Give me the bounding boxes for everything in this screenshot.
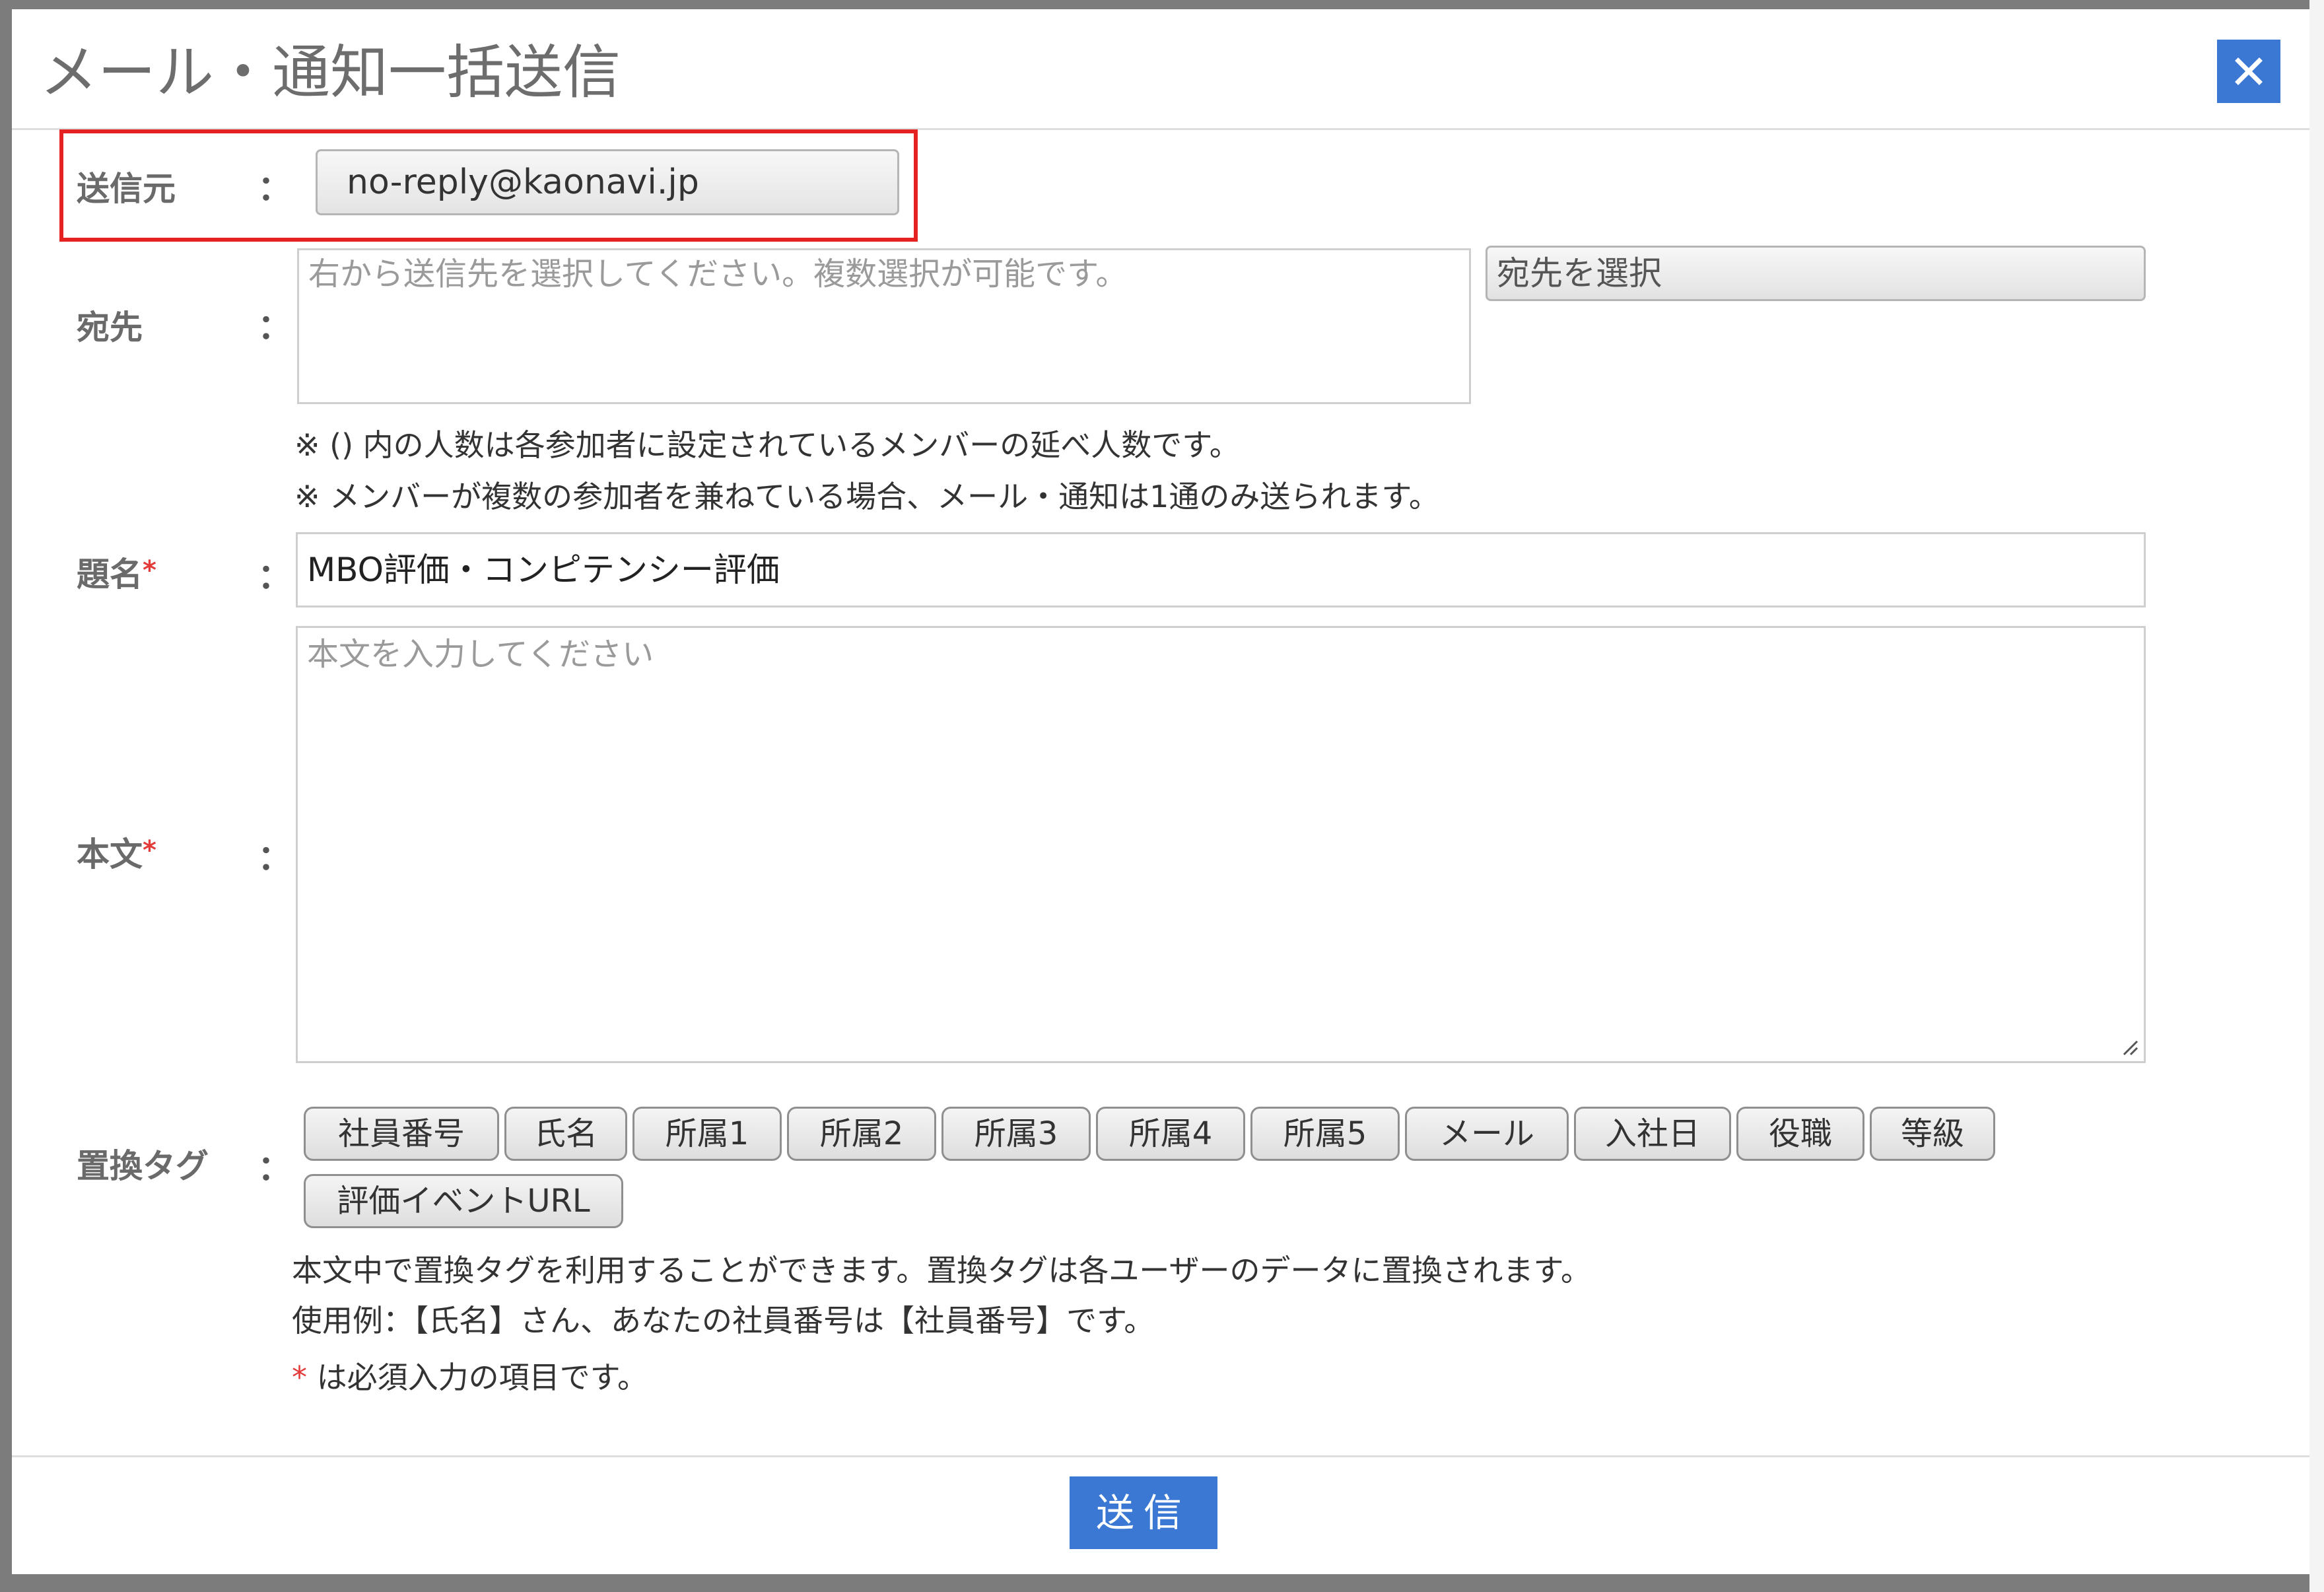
required-note: * は必須入力の項目です。 [292,1358,648,1397]
tag-dept-1[interactable]: 所属1 [632,1107,782,1161]
tags-colon: ： [257,1149,292,1189]
tag-hire-date[interactable]: 入社日 [1574,1107,1731,1161]
tag-dept-2[interactable]: 所属2 [787,1107,936,1161]
recipients-note-1: ※ () 内の人数は各参加者に設定されているメンバーの延べ人数です。 [294,427,1240,463]
recipients-placeholder: 右から送信先を選択してください。複数選択が可能です。 [308,256,1128,293]
required-mark: * [143,835,156,866]
required-mark: * [143,555,156,586]
close-icon [2235,57,2263,85]
resize-handle-icon[interactable] [2119,1036,2138,1056]
subject-value: MBO評価・コンピテンシー評価 [307,551,780,589]
tag-email[interactable]: メール [1405,1107,1569,1161]
select-recipients-button[interactable]: 宛先を選択 [1486,246,2146,301]
tag-name[interactable]: 氏名 [504,1107,627,1161]
recipients-label: 宛先 [77,308,143,347]
footer-divider [12,1455,2309,1457]
body-placeholder: 本文を入力してください [307,636,654,673]
tag-dept-5[interactable]: 所属5 [1250,1107,1400,1161]
dialog-title: メール・通知一括送信 [40,38,621,106]
tag-position[interactable]: 役職 [1736,1107,1864,1161]
tag-grade[interactable]: 等級 [1870,1107,1995,1161]
tags-help-1: 本文中で置換タグを利用することができます。置換タグは各ユーザーのデータに置換され… [292,1253,1591,1288]
subject-label: 題名* [77,555,156,594]
tag-employee-number[interactable]: 社員番号 [304,1107,499,1161]
body-colon: ： [257,839,292,878]
sender-select[interactable]: no-reply@kaonavi.jp [316,149,899,215]
tags-help-2: 使用例：【氏名】さん、あなたの社員番号は【社員番号】です。 [292,1303,1155,1338]
body-textarea[interactable]: 本文を入力してください [296,626,2146,1063]
recipients-note-2: ※ メンバーが複数の参加者を兼ねている場合、メール・通知は1通のみ送られます。 [294,479,1439,514]
recipients-field[interactable]: 右から送信先を選択してください。複数選択が可能です。 [297,248,1471,404]
sender-colon: ： [257,169,292,209]
bulk-send-dialog: メール・通知一括送信 送信元 ： no-reply@kaonavi.jp 宛先 … [12,9,2309,1574]
close-button[interactable] [2217,40,2280,103]
subject-colon: ： [257,557,292,597]
tag-dept-3[interactable]: 所属3 [941,1107,1091,1161]
sender-label: 送信元 [77,170,176,208]
background-page [2309,0,2324,1592]
subject-input[interactable]: MBO評価・コンピテンシー評価 [296,532,2146,607]
tag-evaluation-event-url[interactable]: 評価イベントURL [304,1174,623,1228]
tag-dept-4[interactable]: 所属4 [1096,1107,1245,1161]
required-note-text: は必須入力の項目です。 [307,1360,648,1395]
tags-label: 置換タグ [77,1147,209,1185]
required-note-mark: * [292,1360,307,1395]
send-button[interactable]: 送信 [1070,1476,1217,1549]
recipients-colon: ： [257,308,292,347]
body-label: 本文* [77,835,156,874]
